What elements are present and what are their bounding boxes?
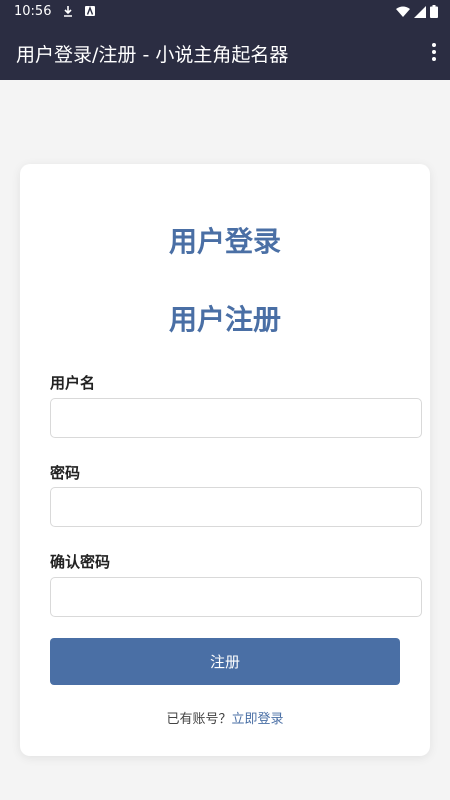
confirm-password-label: 确认密码: [50, 553, 111, 571]
login-prompt: 已有账号？立即登录: [20, 708, 430, 727]
register-button[interactable]: 注册: [50, 638, 400, 685]
status-right-icons: [396, 5, 438, 18]
register-card: 用户登录 用户注册 用户名 密码 确认密码 注册 已有账号？立即登录: [20, 164, 430, 756]
status-bar: 10:56: [0, 0, 450, 24]
status-time: 10:56: [14, 4, 52, 19]
login-heading[interactable]: 用户登录: [20, 220, 430, 260]
signal-icon: [414, 5, 426, 18]
password-input[interactable]: [50, 487, 422, 527]
more-vert-icon[interactable]: [430, 40, 438, 64]
login-now-link[interactable]: 立即登录: [232, 712, 284, 727]
app-title: 用户登录/注册 - 小说主角起名器: [16, 44, 289, 66]
username-input[interactable]: [50, 398, 422, 438]
app-bar: 用户登录/注册 - 小说主角起名器: [0, 24, 450, 80]
confirm-password-input[interactable]: [50, 577, 422, 617]
wifi-icon: [396, 6, 410, 17]
login-prompt-text: 已有账号？: [166, 712, 232, 727]
register-heading[interactable]: 用户注册: [20, 298, 430, 338]
username-label: 用户名: [50, 374, 96, 392]
battery-icon: [430, 5, 438, 18]
password-label: 密码: [50, 464, 81, 482]
download-icon: [64, 6, 72, 17]
a-badge-icon: [85, 6, 95, 16]
